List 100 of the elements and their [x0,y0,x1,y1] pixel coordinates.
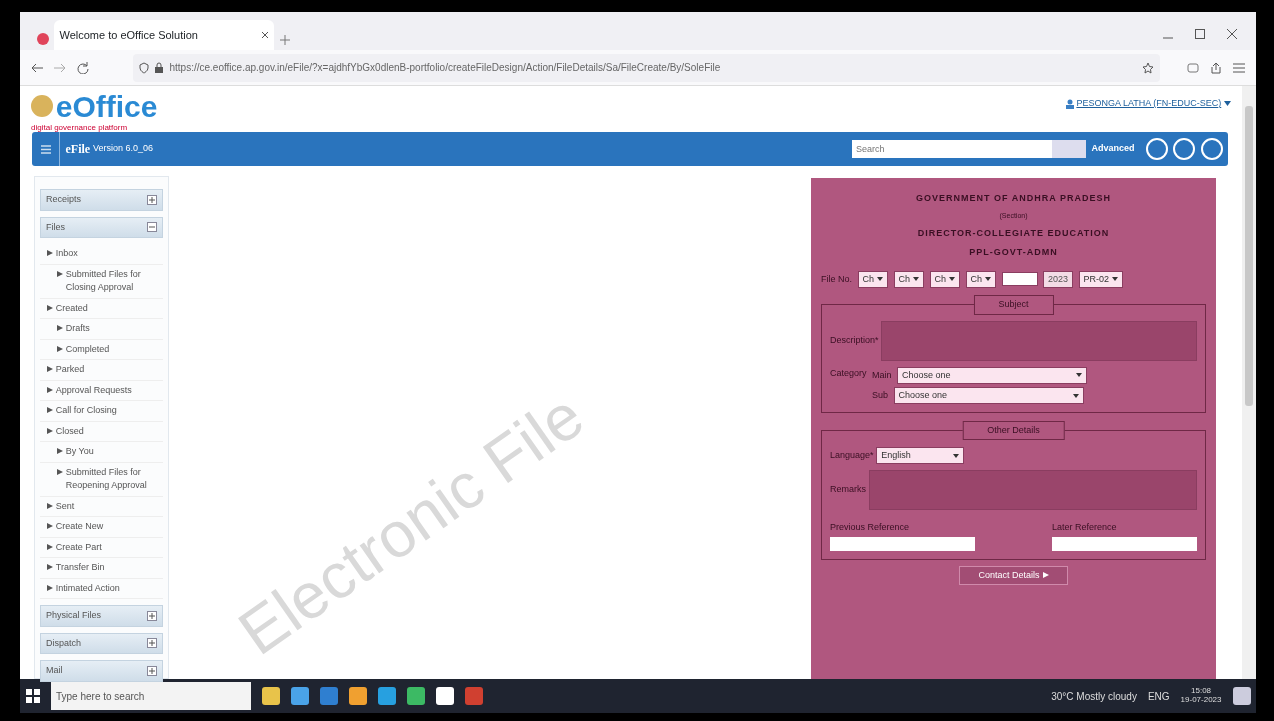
remarks-field[interactable] [868,469,1197,510]
scrollbar[interactable] [1242,86,1256,679]
caret-icon [877,276,884,283]
notification-icon[interactable] [1232,687,1251,705]
file-number-field[interactable] [1001,272,1038,287]
expand-icon[interactable] [147,194,157,205]
time-text: 15:08 [1190,687,1213,696]
category-dropdown[interactable]: Choose one [897,366,1088,384]
browser-tab[interactable]: Welcome to eOffice Solution [54,20,274,50]
bullet-icon [47,250,53,256]
app-icon[interactable] [406,687,425,705]
version-label: Version 6.0_06 [92,142,153,156]
expand-icon[interactable] [147,638,157,649]
later-reference-field[interactable] [1052,537,1197,551]
app-icon[interactable] [290,687,309,705]
description-label: Description* [830,334,879,348]
caret-icon [949,276,956,283]
share-icon[interactable] [1210,61,1222,74]
file-number-dropdown[interactable]: Ch [965,270,997,288]
expand-icon[interactable] [147,610,157,621]
sidebar-item[interactable]: Intimated Action [40,578,163,599]
language-indicator[interactable]: ENG [1147,688,1170,704]
app-icon[interactable] [435,687,454,705]
bullet-icon [47,427,53,434]
app-icon[interactable] [261,687,280,705]
sidebar-item[interactable]: Call for Closing [40,401,163,422]
sidebar-section[interactable]: Mail [40,660,163,682]
address-bar[interactable]: https://ce.eoffice.ap.gov.in/eFile/?x=ajdhfYbGx0dlenB-portfolio/createFileDesign/Action/FileDetails/Sa/FileCreate/By/SoleFile [133,53,1160,82]
sidebar-item[interactable]: Sent [40,496,163,517]
caret-icon [1042,572,1049,579]
heading-text: DIRECTOR-COLLEGIATE EDUCATION [916,227,1111,240]
sidebar-item[interactable]: Approval Requests [40,380,163,401]
bullet-icon [47,502,53,509]
heading-text: GOVERNMENT OF ANDHRA PRADESH [915,192,1112,205]
sidebar-item[interactable]: Created [40,298,163,319]
sidebar-item[interactable]: Submitted Files for Reopening Approval [40,462,163,497]
user-link[interactable]: PESONGA LATHA (FN-EDUC-SEC) [1076,97,1222,111]
reload-icon[interactable] [77,61,89,74]
sidebar-item[interactable]: Inbox [40,244,163,265]
sidebar-section[interactable]: Physical Files [40,605,163,627]
sidebar-item[interactable]: By You [40,442,163,463]
close-icon[interactable] [260,31,269,39]
caret-icon [1112,276,1119,283]
sidebar-item[interactable]: Drafts [40,319,163,340]
bullet-icon [57,468,63,475]
caret-icon [913,276,920,283]
weather-text: 30°C Mostly cloudy [1051,689,1137,704]
collapse-icon[interactable] [147,222,157,233]
caret-icon [1076,372,1083,379]
heading-text: PPL-GOVT-ADMN [968,246,1059,259]
star-icon[interactable] [1142,61,1154,74]
description-field[interactable] [881,321,1197,361]
category-level-label: Main [872,368,892,382]
advanced-search-link[interactable]: Advanced [1091,142,1135,156]
logo-tagline: digital governance platform [31,121,129,134]
shield-icon [138,61,149,74]
remarks-label: Remarks [830,483,866,496]
expand-icon[interactable] [147,665,157,676]
previous-reference-field[interactable] [830,537,975,551]
sidebar-section[interactable]: Dispatch [40,632,163,654]
sidebar-section[interactable]: Files [40,216,163,238]
taskbar-search-field[interactable]: Type here to search [50,682,251,710]
app-title: eFile [65,141,91,158]
menu-icon [40,144,51,154]
sidebar-item[interactable]: Parked [40,360,163,381]
new-tab-icon[interactable] [279,34,290,45]
clock[interactable]: 15:08 19-07-2023 [1180,687,1222,705]
previous-reference-label: Previous Reference [830,520,911,534]
bullet-icon [57,345,63,352]
start-icon[interactable] [25,689,40,703]
category-label: Category [830,366,867,380]
file-number-dropdown[interactable]: Ch [929,270,961,288]
dropdown-icon[interactable] [1224,101,1231,107]
caret-icon [953,452,960,459]
sidebar-item[interactable]: Completed [40,339,163,360]
sidebar-section[interactable]: Receipts [40,189,163,211]
category-level-label: Sub [872,388,889,402]
category-dropdown[interactable]: Choose one [893,386,1084,405]
user-icon [1065,98,1074,109]
sidebar-item[interactable]: Submitted Files for Closing Approval [40,264,163,299]
search-field[interactable]: Search [852,140,1052,158]
file-number-dropdown[interactable]: Ch [893,270,925,288]
maximize-icon[interactable] [1194,29,1205,39]
close-icon[interactable] [1226,29,1237,39]
app-icon[interactable] [348,687,367,705]
sidebar-item[interactable]: Create Part [40,537,163,558]
file-number-dropdown[interactable]: PR-02 [1078,270,1124,288]
bullet-icon [47,523,53,529]
language-dropdown[interactable]: English [876,446,965,465]
url-text: https://ce.eoffice.ap.gov.in/eFile/?x=ajdhfYbGx0dlenB-portfolio/createFileDesign/Action/FileDetails/Sa/FileCreate/By/SoleFile [169,61,722,75]
caret-icon [1072,392,1079,399]
date-text: 19-07-2023 [1180,696,1222,705]
language-label: Language* [830,448,874,462]
file-number-dropdown[interactable]: Ch [857,270,889,288]
back-icon[interactable] [31,62,43,73]
contact-details-button[interactable]: Contact Details [959,565,1068,585]
sidebar-item[interactable]: Transfer Bin [40,558,163,579]
sidebar-item[interactable]: Create New [40,517,163,538]
other-details-legend: Other Details [962,420,1065,441]
sidebar-item[interactable]: Closed [40,421,163,442]
